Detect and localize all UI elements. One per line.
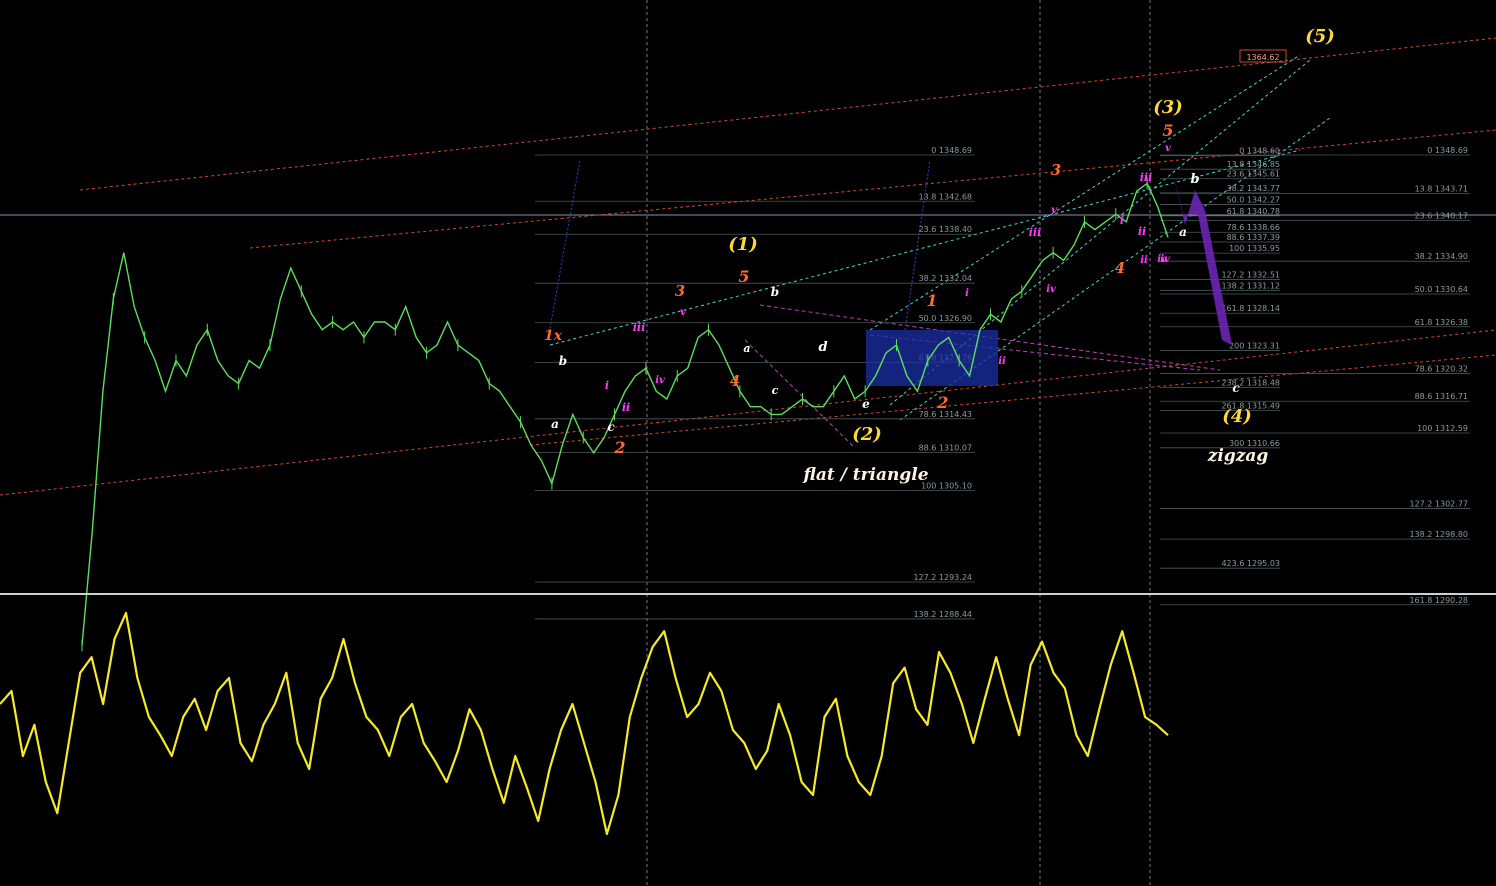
price-series xyxy=(81,177,1169,652)
wave-label: b xyxy=(771,285,779,299)
wave-label: a xyxy=(551,417,559,431)
fib-right-label: 61.8 1326.38 xyxy=(1415,318,1468,327)
fib-right-label: 88.6 1316.71 xyxy=(1415,392,1468,401)
wave-label: 5 xyxy=(1162,121,1173,140)
wave-label: v xyxy=(1051,205,1057,216)
fib-mid-label: 138.2 1331.12 xyxy=(1221,281,1280,290)
wave-label: iv xyxy=(1157,254,1167,265)
wave-label: e xyxy=(862,397,870,411)
fib-right-label: 138.2 1298.80 xyxy=(1409,530,1468,539)
wave-label: (4) xyxy=(1222,406,1252,427)
fib-mid-label: 88.6 1337.39 xyxy=(1227,233,1280,242)
fib-mid-label: 13.8 1346.85 xyxy=(1227,160,1280,169)
fib-left-label: 0 1348.69 xyxy=(931,146,972,155)
fibonacci-levels: 0 1348.69 13.8 1342.68 23.6 1338.40 38.2 13… xyxy=(535,146,1470,620)
oscillator-line xyxy=(0,611,1169,836)
wave-label: d xyxy=(818,340,827,355)
wave-label: iii xyxy=(1140,171,1153,184)
wave-label: b xyxy=(1190,172,1199,187)
wave-label: ii xyxy=(1138,225,1146,238)
fib-right-label: 13.8 1343.71 xyxy=(1415,184,1468,193)
fib-right-label: 127.2 1302.77 xyxy=(1409,500,1468,509)
fib-mid-label: 161.8 1328.14 xyxy=(1221,304,1280,313)
projection-zigzag xyxy=(1170,160,1232,345)
wave-label: v xyxy=(680,307,686,318)
magenta-channel-line xyxy=(744,339,856,449)
annotations: flat / triangle zigzag xyxy=(802,446,1268,485)
wave-label: iii xyxy=(1029,226,1042,239)
fib-mid-label: 61.8 1340.78 xyxy=(1227,207,1280,216)
fib-right-label: 100 1312.59 xyxy=(1417,424,1468,433)
fib-left-label: 50.0 1326.90 xyxy=(919,314,972,323)
channel-upper-line xyxy=(79,37,1496,191)
annotation-text: zigzag xyxy=(1207,446,1269,466)
wave-label: (2) xyxy=(852,424,882,445)
fib-right-label: 38.2 1334.90 xyxy=(1415,252,1468,261)
fib-mid-label: 200 1323.31 xyxy=(1229,341,1280,350)
blue-fib-anchor xyxy=(547,159,581,341)
wave-labels: (1)(2)(3)(4)(5)1x234512345abcdeabcabciii… xyxy=(544,26,1335,457)
wave-label: b xyxy=(559,354,567,368)
wave-label: ii xyxy=(622,401,630,414)
wave-label: c xyxy=(1232,381,1240,395)
annotation-text: flat / triangle xyxy=(802,465,928,485)
wave-label: c xyxy=(607,420,615,434)
wave-label: 3 xyxy=(1051,161,1061,179)
wave-label: i xyxy=(965,288,969,299)
price-line xyxy=(81,182,1169,646)
fib-mid-label: 50.0 1342.27 xyxy=(1227,195,1280,204)
wave-label: 1x xyxy=(544,328,563,344)
fib-left-label: 100 1305.10 xyxy=(921,482,972,491)
oscillator-panel xyxy=(0,611,1169,836)
wave-label: (1) xyxy=(728,234,758,255)
fib-left-label: 38.2 1332.04 xyxy=(919,274,972,283)
consolidation-boxes: 1364.62 xyxy=(866,49,1287,386)
wave-label: ii xyxy=(1140,255,1148,266)
fib-right-label: 78.6 1320.32 xyxy=(1415,364,1468,373)
wave-label: i xyxy=(605,379,609,392)
fib-left-label: 13.8 1342.68 xyxy=(919,192,972,201)
wave-label: v xyxy=(1165,143,1171,154)
fib-left-label: 23.6 1338.40 xyxy=(919,225,972,234)
wave-label: 4 xyxy=(730,372,740,390)
fib-left-label: 138.2 1288.44 xyxy=(913,610,972,619)
wave-label: a xyxy=(1179,225,1187,239)
price-tag: 1364.62 xyxy=(1246,53,1279,62)
wave-label: c xyxy=(772,384,779,397)
fib-right-label: 161.8 1290.28 xyxy=(1409,596,1468,605)
channel-base-line xyxy=(529,354,1496,446)
fib-mid-label: 238.2 1318.48 xyxy=(1221,379,1280,388)
fib-mid-label: 0 1348.60 xyxy=(1239,147,1280,156)
fib-left-label: 127.2 1293.24 xyxy=(913,573,972,582)
fib-mid-label: 423.6 1295.03 xyxy=(1221,559,1280,568)
fib-mid-label: 127.2 1332.51 xyxy=(1221,271,1280,280)
fib-mid-label: 23.6 1345.61 xyxy=(1227,170,1280,179)
wave-label: (5) xyxy=(1305,26,1335,47)
wave-label: 5 xyxy=(738,267,749,286)
fib-right-label: 50.0 1330.64 xyxy=(1415,285,1468,294)
wave-label: (3) xyxy=(1153,97,1183,118)
wave-label: ii xyxy=(998,356,1006,367)
fib-mid-label: 78.6 1338.66 xyxy=(1227,223,1280,232)
wave-label: 4 xyxy=(1115,259,1125,277)
wave-label: 1 xyxy=(926,291,937,310)
fib-right-label: 23.6 1340.17 xyxy=(1415,212,1468,221)
wave-label: a xyxy=(743,342,750,355)
fib-left-label: 88.6 1310.07 xyxy=(919,443,972,452)
wave-label: 3 xyxy=(675,282,685,300)
wave-label: iv xyxy=(1046,284,1056,295)
elliott-wave-chart: 0 1348.69 13.8 1342.68 23.6 1338.40 38.2 13… xyxy=(0,0,1496,886)
channel-mid-line xyxy=(249,129,1496,249)
wave-label: 2 xyxy=(936,393,948,412)
fib-mid-label: 100 1335.95 xyxy=(1229,244,1280,253)
fib-right-label: 0 1348.69 xyxy=(1427,146,1468,155)
wave-label: 2 xyxy=(613,438,625,457)
wave-label: iv xyxy=(655,375,665,386)
wave-label: iii xyxy=(633,321,646,334)
wave-label: i xyxy=(1120,214,1124,227)
fib-mid-label: 38.2 1343.77 xyxy=(1227,184,1280,193)
